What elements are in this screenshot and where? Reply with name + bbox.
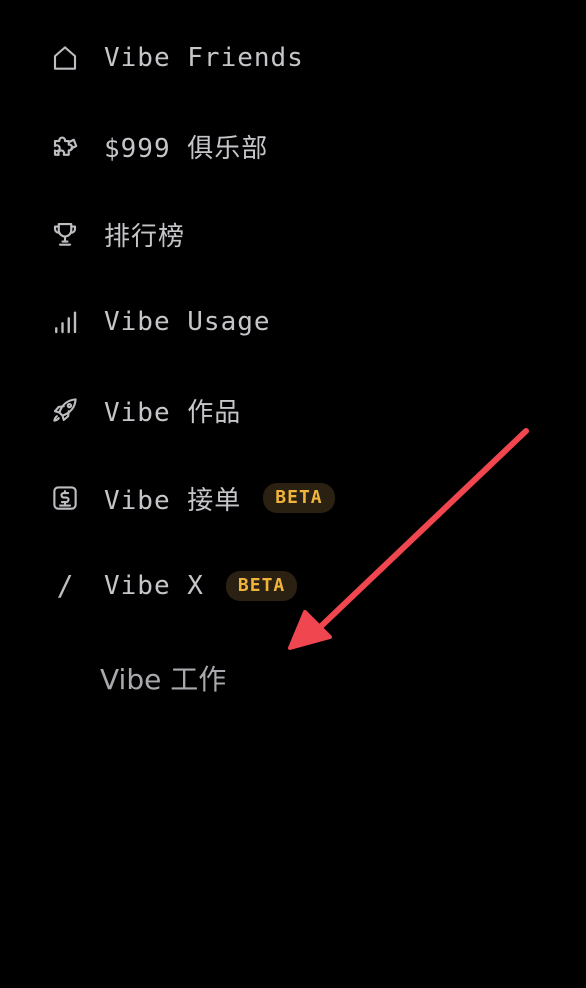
nav-subitem-label: Vibe 工作 [100, 663, 227, 696]
nav-item-vibe-x[interactable]: / Vibe X BETA [48, 566, 298, 606]
nav-item-leaderboard[interactable]: 排行榜 [48, 214, 185, 254]
dollar-receipt-icon [48, 481, 82, 515]
beta-badge: BETA [225, 571, 298, 601]
rocket-icon [48, 393, 82, 427]
nav-subitem-vibe-jobs[interactable]: Vibe 工作 [100, 658, 226, 698]
nav-item-vibe-works[interactable]: Vibe 作品 [48, 390, 241, 430]
nav-item-label: Vibe Friends [104, 43, 304, 73]
nav-item-label: Vibe Usage [104, 307, 271, 337]
trophy-icon [48, 217, 82, 251]
nav-item-label: $999 俱乐部 [104, 133, 269, 164]
nav-item-label: Vibe 作品 [104, 397, 242, 428]
nav-item-label: Vibe 接单 [104, 485, 242, 516]
nav-item-vibe-orders[interactable]: Vibe 接单 BETA [48, 478, 335, 518]
nav-item-label: Vibe X [104, 571, 204, 601]
slash-icon: / [56, 569, 74, 602]
home-icon [48, 41, 82, 75]
beta-badge: BETA [263, 483, 335, 513]
nav-item-vibe-usage[interactable]: Vibe Usage [48, 302, 271, 342]
nav-item-vibe-friends[interactable]: Vibe Friends [48, 38, 304, 78]
nav-item-label: 排行榜 [104, 221, 186, 252]
nav-item-999-club[interactable]: $999 俱乐部 [48, 126, 268, 166]
puzzle-icon [48, 129, 82, 163]
bar-chart-icon [48, 305, 82, 339]
